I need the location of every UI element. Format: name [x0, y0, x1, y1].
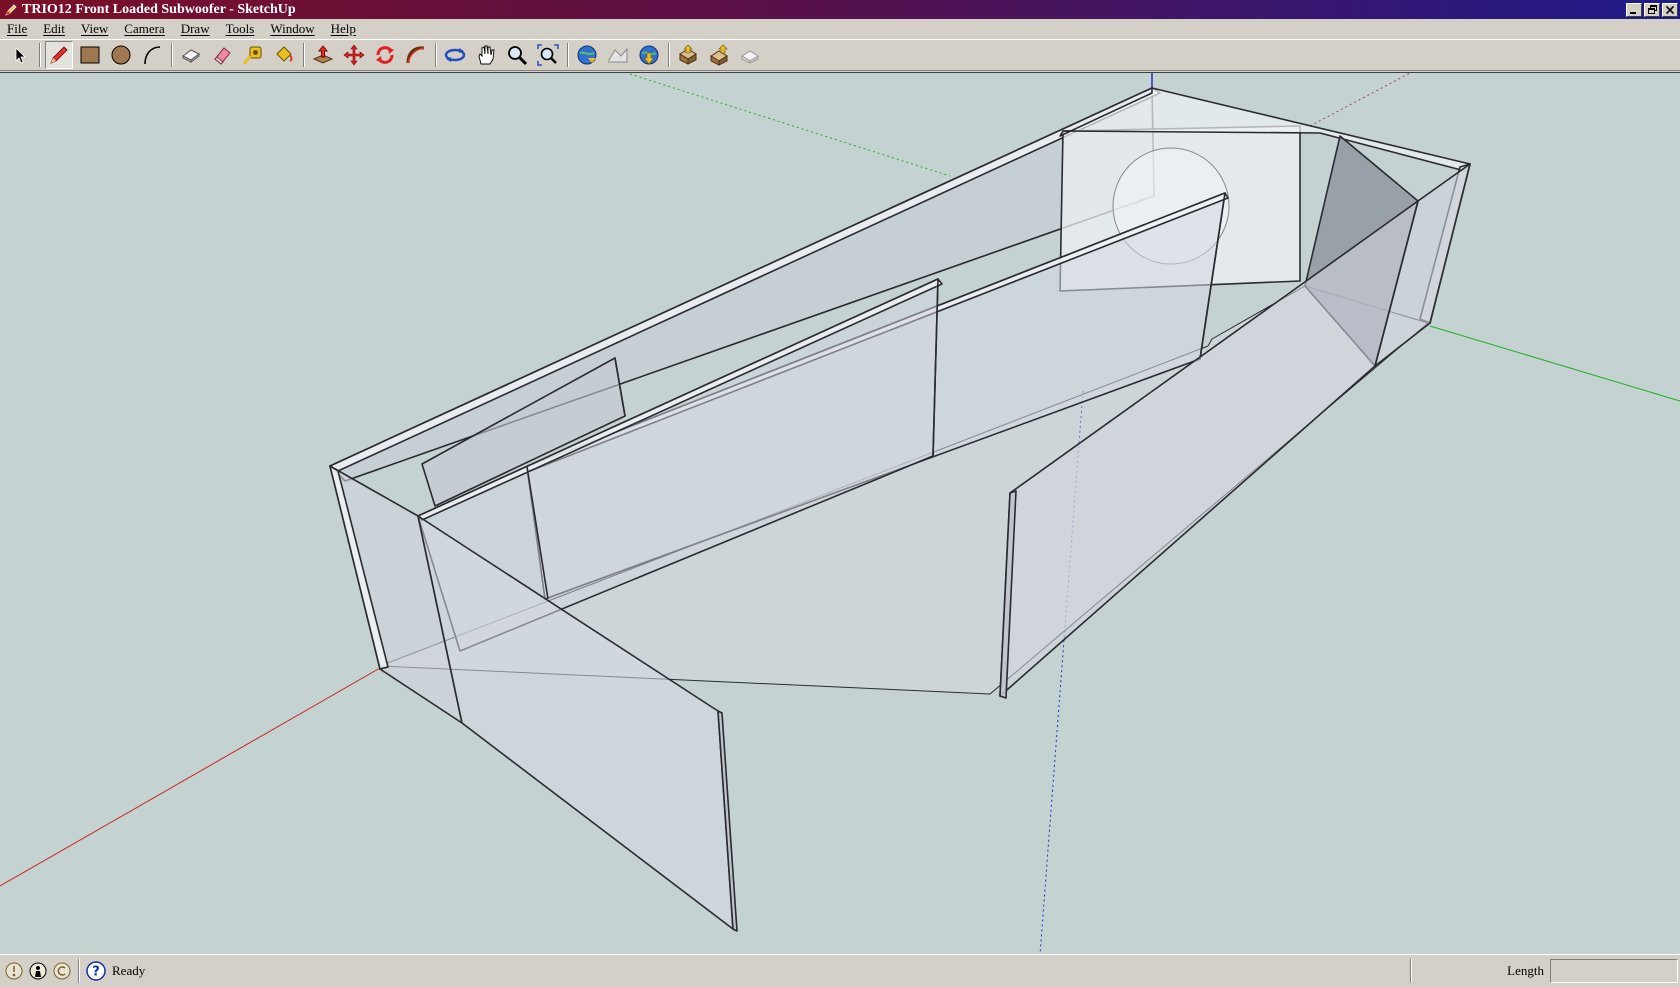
orbit-icon[interactable] — [441, 41, 469, 69]
toggle-terrain-icon[interactable] — [604, 41, 632, 69]
pan-icon[interactable] — [472, 41, 500, 69]
subwoofer-enclosure-model[interactable] — [329, 87, 1471, 932]
window-controls — [1626, 2, 1678, 17]
move-icon[interactable] — [340, 41, 368, 69]
menu-tools[interactable]: Tools — [218, 21, 263, 37]
menu-help[interactable]: Help — [323, 21, 364, 37]
close-button[interactable] — [1662, 2, 1678, 17]
select-icon[interactable] — [6, 41, 34, 69]
toolbar-separator — [171, 43, 173, 67]
pencil-line-icon[interactable] — [45, 41, 73, 69]
menu-view[interactable]: View — [73, 21, 116, 37]
rectangle-icon[interactable] — [76, 41, 104, 69]
toolbar-separator — [668, 43, 670, 67]
menu-file[interactable]: File — [0, 21, 35, 37]
get-models-icon[interactable] — [674, 41, 702, 69]
zoom-extents-icon[interactable] — [534, 41, 562, 69]
user-icon[interactable] — [52, 961, 72, 981]
model-viewport[interactable] — [0, 72, 1680, 954]
menu-window[interactable]: Window — [262, 21, 322, 37]
red-axis-dotted — [1309, 73, 1411, 127]
geo-location-icon[interactable] — [4, 961, 24, 981]
toolbar-separator — [567, 43, 569, 67]
push-pull-icon[interactable] — [309, 41, 337, 69]
rotate-icon[interactable] — [371, 41, 399, 69]
follow-me-icon[interactable] — [402, 41, 430, 69]
menu-draw[interactable]: Draw — [173, 21, 218, 37]
main-toolbar — [0, 39, 1680, 71]
vcb-input[interactable] — [1550, 959, 1678, 983]
menu-edit[interactable]: Edit — [35, 21, 73, 37]
place-model-icon[interactable] — [635, 41, 663, 69]
help-icon[interactable]: ? — [86, 961, 106, 981]
minimize-button[interactable] — [1626, 2, 1642, 17]
title-bar: TRIO12 Front Loaded Subwoofer - SketchUp — [0, 0, 1680, 19]
menu-camera[interactable]: Camera — [116, 21, 172, 37]
share-model-icon[interactable] — [705, 41, 733, 69]
vcb-label: Length — [1507, 963, 1544, 978]
measurements-box: Length — [1507, 957, 1680, 985]
model-canvas — [0, 73, 1680, 954]
window-title: TRIO12 Front Loaded Subwoofer - SketchUp — [22, 1, 296, 17]
red-axis — [0, 667, 381, 887]
credits-icon[interactable] — [28, 961, 48, 981]
make-component-icon[interactable] — [177, 41, 205, 69]
status-separator — [1410, 959, 1412, 983]
paint-bucket-icon[interactable] — [270, 41, 298, 69]
toolbar-separator — [435, 43, 437, 67]
green-axis-dotted — [629, 73, 951, 177]
status-bar: ? Ready Length — [0, 954, 1680, 987]
status-separator — [78, 959, 80, 983]
status-message: Ready — [112, 963, 146, 978]
get-current-view-icon[interactable] — [573, 41, 601, 69]
toolbar-separator — [39, 43, 41, 67]
circle-icon[interactable] — [107, 41, 135, 69]
svg-text:?: ? — [92, 965, 100, 980]
restore-button[interactable] — [1644, 2, 1660, 17]
toolbar-separator — [303, 43, 305, 67]
tape-measure-icon[interactable] — [239, 41, 267, 69]
sketchup-pencil-icon[interactable] — [4, 3, 18, 17]
green-axis — [1429, 325, 1680, 402]
zoom-icon[interactable] — [503, 41, 531, 69]
eraser-icon[interactable] — [208, 41, 236, 69]
share-component-icon[interactable] — [736, 41, 764, 69]
menu-bar: File Edit View Camera Draw Tools Window … — [0, 19, 1680, 39]
arc-icon[interactable] — [138, 41, 166, 69]
